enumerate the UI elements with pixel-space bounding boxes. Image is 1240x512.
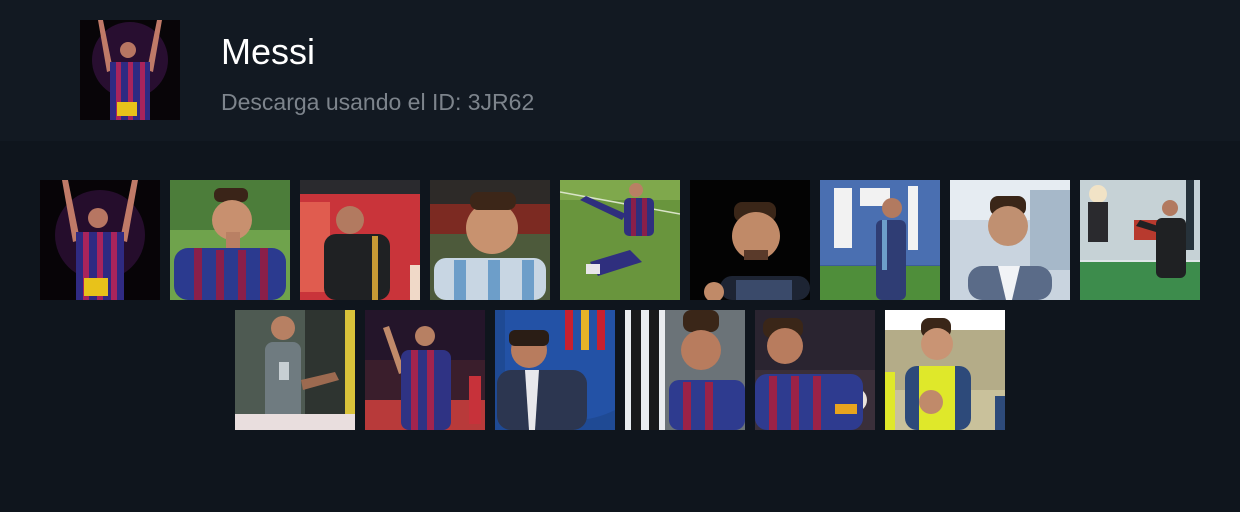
sticker-row: [0, 180, 1240, 300]
messi-fcb-crest-laughing-icon: [495, 310, 615, 430]
sticker-pack-header: Messi Descarga usando el ID: 3JR62: [0, 0, 1240, 141]
messi-argentina-stadium-icon: [820, 180, 940, 300]
sticker-4[interactable]: [430, 180, 550, 300]
messi-barcelona-crowd-icon: [625, 310, 745, 430]
young-messi-yellow-vest-icon: [885, 310, 1005, 430]
sticker-pack-id-text: Descarga usando el ID: 3JR62: [221, 89, 535, 115]
messi-barcelona-stripes-icon: [170, 180, 290, 300]
sticker-7[interactable]: [820, 180, 940, 300]
sticker-row: [0, 310, 1240, 430]
sticker-1[interactable]: [40, 180, 160, 300]
sticker-5[interactable]: [560, 180, 680, 300]
messi-smiling-portrait-icon: [690, 180, 810, 300]
messi-argentina-smiling-icon: [430, 180, 550, 300]
sticker-pack-cover-icon: [80, 20, 180, 120]
sticker-6[interactable]: [690, 180, 810, 300]
messi-pointing-up-icon: [365, 310, 485, 430]
sticker-grid: [0, 180, 1240, 440]
sticker-2[interactable]: [170, 180, 290, 300]
messi-arms-raised-icon: [40, 180, 160, 300]
sticker-9[interactable]: [1080, 180, 1200, 300]
messi-black-kit-icon: [300, 180, 420, 300]
messi-sitting-on-pitch-icon: [560, 180, 680, 300]
sticker-13[interactable]: [625, 310, 745, 430]
sticker-11[interactable]: [365, 310, 485, 430]
sticker-8[interactable]: [950, 180, 1070, 300]
sticker-14[interactable]: [755, 310, 875, 430]
sticker-pack-title: Messi: [221, 31, 316, 72]
sticker-12[interactable]: [495, 310, 615, 430]
messi-celebrating-icon: [1080, 180, 1200, 300]
sticker-15[interactable]: [885, 310, 1005, 430]
messi-captain-armband-icon: [755, 310, 875, 430]
messi-argentina-grey-icon: [235, 310, 355, 430]
sticker-3[interactable]: [300, 180, 420, 300]
sticker-10[interactable]: [235, 310, 355, 430]
messi-white-shirt-icon: [950, 180, 1070, 300]
